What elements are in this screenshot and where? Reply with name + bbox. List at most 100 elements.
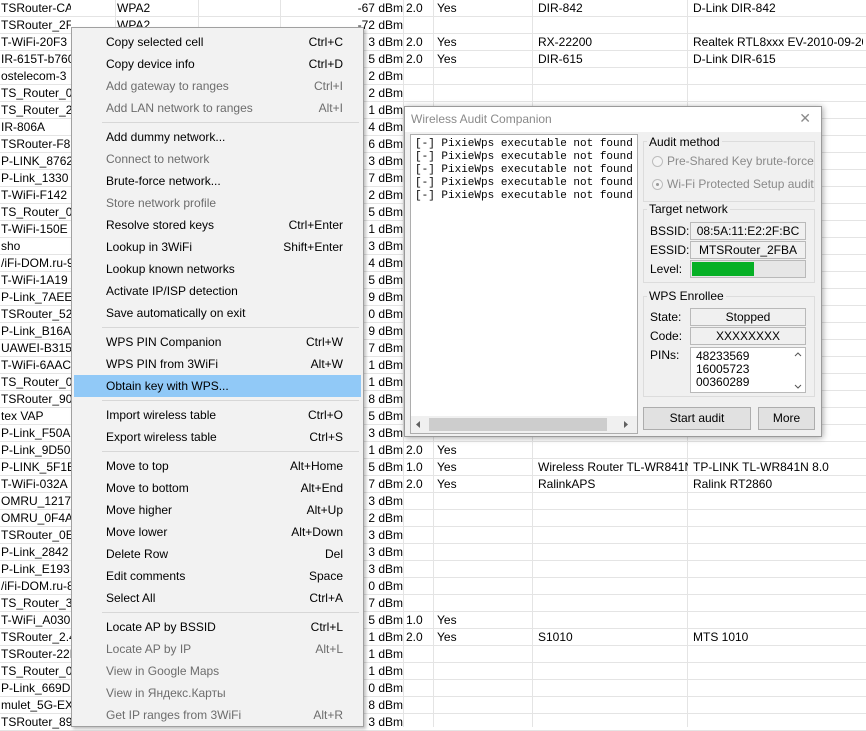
menu-item-view-in-google-maps[interactable]: View in Google Maps: [74, 660, 361, 682]
table-cell-ssid[interactable]: T-WiFi-20F3: [0, 34, 71, 50]
table-cell-model[interactable]: RX-22200: [537, 34, 688, 50]
menu-item-wps-pin-companion[interactable]: WPS PIN Companion Ctrl+W: [74, 331, 361, 353]
table-cell-device[interactable]: [692, 85, 863, 101]
table-cell-device[interactable]: TP-LINK TL-WR841N 8.0: [692, 459, 863, 475]
menu-item-add-gateway-to-ranges[interactable]: Add gateway to ranges Ctrl+I: [74, 75, 361, 97]
table-cell-model[interactable]: [537, 68, 688, 84]
wps-audit-radio[interactable]: Wi-Fi Protected Setup audit: [652, 177, 814, 191]
table-cell-model[interactable]: [537, 493, 688, 509]
table-cell-ssid[interactable]: P-LINK_5F1B70: [0, 459, 71, 475]
table-cell-device[interactable]: [692, 595, 863, 611]
menu-item-connect-to-network[interactable]: Connect to network: [74, 148, 361, 170]
table-cell-ver[interactable]: [405, 510, 432, 526]
table-cell-device[interactable]: Ralink RT2860: [692, 476, 863, 492]
table-cell-ssid[interactable]: P-Link_669D: [0, 680, 71, 696]
menu-item-activate-ip-isp-detection[interactable]: Activate IP/ISP detection: [74, 280, 361, 302]
table-cell-model[interactable]: [537, 85, 688, 101]
table-cell-ver[interactable]: 2.0: [405, 476, 432, 492]
table-row[interactable]: TSRouter-CAD596 WPA2 -67 dBm2.0Yes DIR-842D…: [0, 0, 866, 17]
table-cell-model[interactable]: [537, 646, 688, 662]
table-cell-model[interactable]: [537, 612, 688, 628]
table-cell-ssid[interactable]: TSRouter_2.4: [0, 629, 71, 645]
table-cell-ver[interactable]: [405, 17, 432, 33]
horizontal-scrollbar[interactable]: [411, 416, 637, 433]
menu-item-add-lan-network-to-ranges[interactable]: Add LAN network to ranges Alt+I: [74, 97, 361, 119]
table-cell-wps[interactable]: Yes: [436, 629, 477, 645]
table-cell-ssid[interactable]: OMRU_0F4A: [0, 510, 71, 526]
table-cell-wps[interactable]: [436, 544, 477, 560]
table-cell-wps[interactable]: Yes: [436, 442, 477, 458]
table-cell-ssid[interactable]: TSRouter_0EA: [0, 527, 71, 543]
table-cell-ssid[interactable]: IR-806A: [0, 119, 71, 135]
table-cell-wps[interactable]: [436, 493, 477, 509]
close-icon[interactable]: ✕: [799, 110, 811, 127]
table-cell-ssid[interactable]: TSRouter_891: [0, 714, 71, 730]
essid-field[interactable]: MTSRouter_2FBA: [690, 241, 806, 259]
table-cell-device[interactable]: [692, 578, 863, 594]
table-cell-ssid[interactable]: T-WiFi-1A19: [0, 272, 71, 288]
table-cell-ver[interactable]: [405, 68, 432, 84]
table-cell-ver[interactable]: [405, 714, 432, 730]
table-cell-ver[interactable]: [405, 527, 432, 543]
table-cell-device[interactable]: [692, 544, 863, 560]
table-cell-ssid[interactable]: T-WiFi_A030: [0, 612, 71, 628]
menu-item-export-wireless-table[interactable]: Export wireless table Ctrl+S: [74, 426, 361, 448]
table-cell-ssid[interactable]: TSRouter_522: [0, 306, 71, 322]
table-cell-wps[interactable]: [436, 680, 477, 696]
menu-item-lookup-in-3wifi[interactable]: Lookup in 3WiFi Shift+Enter: [74, 236, 361, 258]
table-cell-ssid[interactable]: P-Link_E193: [0, 561, 71, 577]
menu-item-get-ip-ranges-from-3wifi[interactable]: Get IP ranges from 3WiFi Alt+R: [74, 704, 361, 726]
table-cell-model[interactable]: [537, 663, 688, 679]
menu-item-store-network-profile[interactable]: Store network profile: [74, 192, 361, 214]
table-cell-wps[interactable]: [436, 578, 477, 594]
table-cell-ver[interactable]: 2.0: [405, 34, 432, 50]
table-cell-ver[interactable]: [405, 493, 432, 509]
menu-item-select-all[interactable]: Select All Ctrl+A: [74, 587, 361, 609]
table-cell-wps[interactable]: [436, 646, 477, 662]
menu-item-locate-ap-by-ip[interactable]: Locate AP by IP Alt+L: [74, 638, 361, 660]
table-cell-wps[interactable]: [436, 68, 477, 84]
table-cell-wps[interactable]: [436, 663, 477, 679]
table-cell-device[interactable]: [692, 510, 863, 526]
table-cell-ver[interactable]: [405, 578, 432, 594]
table-cell-model[interactable]: [537, 561, 688, 577]
table-cell-device[interactable]: D-Link DIR-842: [692, 0, 863, 16]
table-cell-wps[interactable]: Yes: [436, 34, 477, 50]
more-button[interactable]: More: [758, 407, 815, 430]
start-audit-button[interactable]: Start audit: [643, 407, 751, 430]
table-cell-ver[interactable]: 2.0: [405, 0, 432, 16]
audit-log[interactable]: [-] PixieWps executable not found [-] Pi…: [410, 134, 638, 434]
table-cell-ssid[interactable]: P-Link_1330: [0, 170, 71, 186]
table-cell-device[interactable]: [692, 697, 863, 713]
table-cell-model[interactable]: [537, 527, 688, 543]
menu-item-move-higher[interactable]: Move higher Alt+Up: [74, 499, 361, 521]
table-cell-model[interactable]: [537, 697, 688, 713]
table-cell-ssid[interactable]: P-Link_F50A: [0, 425, 71, 441]
table-cell-ssid[interactable]: P-Link_7AEE: [0, 289, 71, 305]
table-cell-ssid[interactable]: /iFi-DOM.ru-82: [0, 578, 71, 594]
table-cell-wps[interactable]: [436, 17, 477, 33]
table-cell-ver[interactable]: 2.0: [405, 51, 432, 67]
bssid-field[interactable]: 08:5A:11:E2:2F:BC: [690, 222, 806, 240]
table-cell-wps[interactable]: Yes: [436, 459, 477, 475]
table-cell-device[interactable]: D-Link DIR-615: [692, 51, 863, 67]
menu-item-copy-device-info[interactable]: Copy device info Ctrl+D: [74, 53, 361, 75]
menu-item-add-dummy-network[interactable]: Add dummy network...: [74, 126, 361, 148]
table-cell-ver[interactable]: [405, 561, 432, 577]
table-cell-device[interactable]: [692, 493, 863, 509]
table-cell-ver[interactable]: [405, 663, 432, 679]
table-cell-device[interactable]: [692, 561, 863, 577]
table-cell-model[interactable]: [537, 544, 688, 560]
table-cell-ver[interactable]: [405, 85, 432, 101]
table-cell-ssid[interactable]: TS_Router_24: [0, 102, 71, 118]
table-cell-wps[interactable]: Yes: [436, 612, 477, 628]
table-cell-model[interactable]: DIR-842: [537, 0, 688, 16]
table-cell-ver[interactable]: [405, 680, 432, 696]
menu-item-move-to-bottom[interactable]: Move to bottom Alt+End: [74, 477, 361, 499]
table-cell-ssid[interactable]: TSRouter_2FBA: [0, 17, 71, 33]
table-cell-ssid[interactable]: TSRouter-CAD596: [0, 0, 71, 16]
table-cell-ssid[interactable]: T-WiFi-150E: [0, 221, 71, 237]
table-cell-ssid[interactable]: P-Link_9D50: [0, 442, 71, 458]
table-cell-wps[interactable]: [436, 510, 477, 526]
table-cell-device[interactable]: [692, 646, 863, 662]
